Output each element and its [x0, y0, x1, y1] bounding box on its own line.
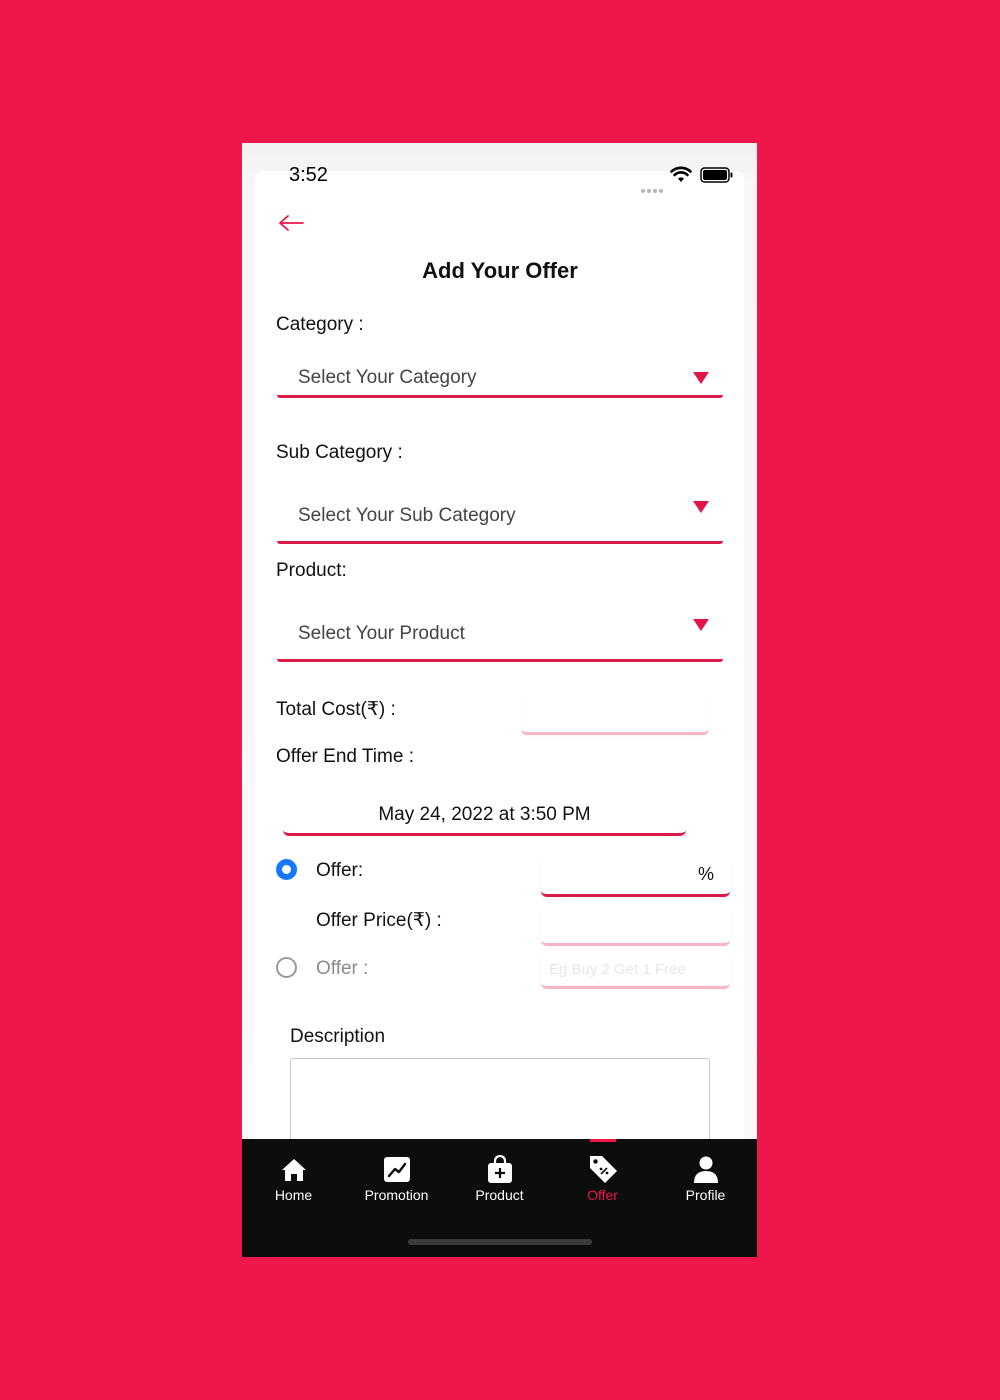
description-label: Description: [290, 1026, 386, 1047]
sub-category-placeholder: Select Your Sub Category: [298, 505, 516, 526]
tab-label: Home: [274, 1187, 313, 1203]
active-tab-indicator: [590, 1139, 616, 1142]
offer-percent-radio[interactable]: [276, 859, 297, 880]
tab-promotion[interactable]: Promotion: [345, 1153, 448, 1203]
product-placeholder: Select Your Product: [298, 623, 465, 644]
offer-text-placeholder: Eg Buy 2 Get 1 Free: [549, 961, 686, 978]
tab-product[interactable]: Product: [448, 1153, 551, 1203]
trending-chart-icon: [383, 1157, 410, 1182]
tab-label: Promotion: [364, 1187, 429, 1203]
category-placeholder: Select Your Category: [298, 367, 477, 388]
shopping-bag-plus-icon: [487, 1154, 512, 1183]
wifi-icon: [670, 166, 692, 182]
total-cost-input[interactable]: [521, 694, 709, 735]
bottom-tab-bar: Home Promotion Product Offer Profile: [242, 1139, 757, 1257]
sub-category-select[interactable]: Select Your Sub Category: [277, 494, 723, 544]
discount-tag-icon: [589, 1156, 617, 1183]
offer-percent-label: Offer:: [316, 860, 364, 881]
signal-dots-icon: [641, 180, 665, 193]
person-icon: [693, 1156, 718, 1183]
offer-text-label: Offer :: [316, 958, 369, 979]
battery-icon: [700, 167, 733, 183]
total-cost-label: Total Cost(₹) :: [276, 699, 396, 720]
chevron-down-icon: [693, 501, 709, 513]
product-label: Product:: [276, 560, 347, 581]
offer-price-input[interactable]: [541, 905, 730, 946]
percent-unit: %: [698, 864, 715, 884]
sub-category-label: Sub Category :: [276, 442, 403, 463]
category-select[interactable]: Select Your Category: [277, 348, 723, 398]
arrow-left-icon[interactable]: [278, 213, 304, 233]
tab-label: Offer: [587, 1187, 618, 1203]
tab-profile[interactable]: Profile: [654, 1153, 757, 1203]
category-label: Category :: [276, 314, 364, 335]
product-select[interactable]: Select Your Product: [277, 612, 723, 662]
tab-home[interactable]: Home: [242, 1153, 345, 1203]
tab-label: Profile: [685, 1187, 726, 1203]
tab-label: Product: [475, 1187, 524, 1203]
page-title: Add Your Offer: [422, 258, 578, 283]
offer-price-label: Offer Price(₹) :: [316, 910, 442, 931]
home-indicator: [408, 1239, 592, 1245]
offer-text-radio[interactable]: [276, 957, 297, 978]
chevron-down-icon: [693, 619, 709, 631]
status-time: 3:52: [289, 164, 328, 186]
chevron-down-icon: [693, 372, 709, 384]
offer-end-time-label: Offer End Time :: [276, 746, 414, 767]
offer-end-time-picker[interactable]: May 24, 2022 at 3:50 PM: [283, 796, 686, 836]
home-icon: [281, 1159, 306, 1181]
tab-offer[interactable]: Offer: [551, 1153, 654, 1203]
